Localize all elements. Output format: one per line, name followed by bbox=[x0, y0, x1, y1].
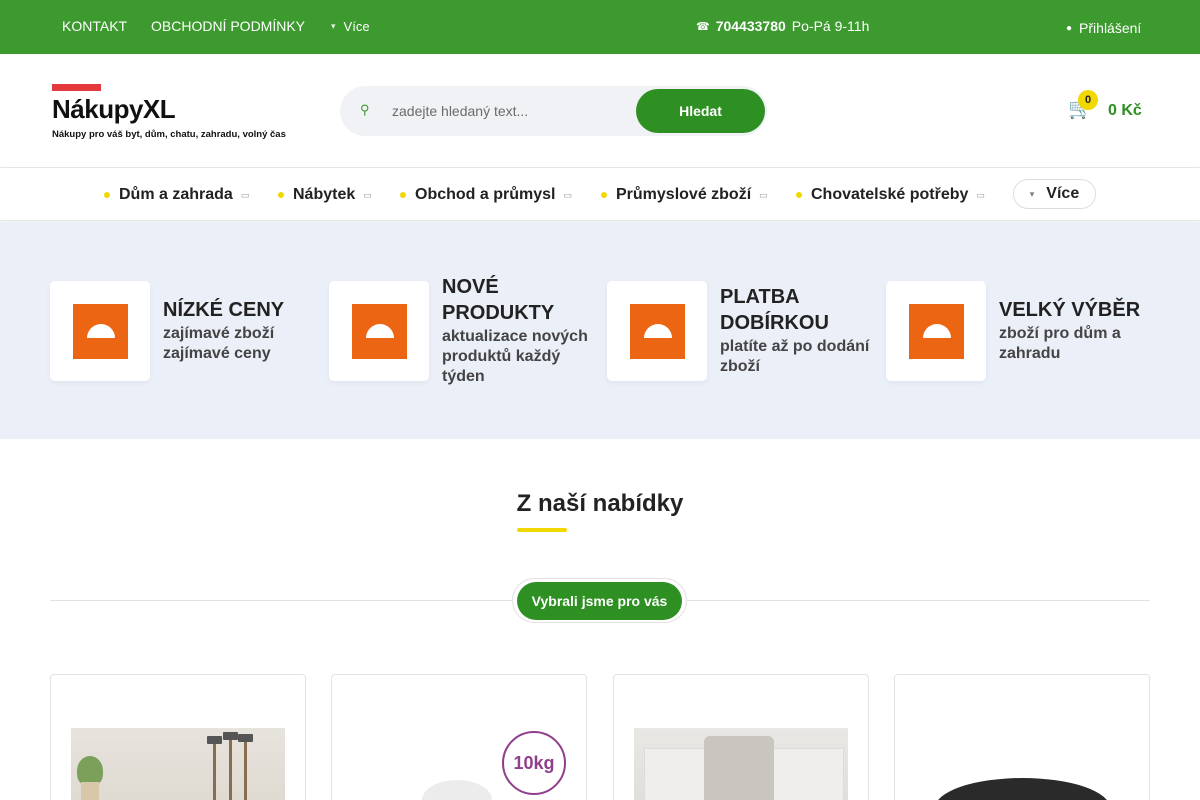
category-obchod-a-prumysl[interactable]: Obchod a průmysl ▭ bbox=[400, 186, 572, 204]
category-label: Nábytek bbox=[293, 186, 356, 203]
chevron-down-icon: ▾ bbox=[331, 21, 336, 31]
search-input[interactable] bbox=[392, 99, 622, 123]
cart[interactable]: 🛒 0 0 Kč bbox=[1068, 90, 1158, 130]
chevron-down-icon: ▭ bbox=[976, 189, 985, 200]
chevron-down-icon: ▭ bbox=[563, 189, 572, 200]
product-card[interactable] bbox=[894, 674, 1150, 800]
product-image[interactable] bbox=[895, 675, 1149, 800]
benefit-text: NÍZKÉ CENY zajímavé zboží zajímavé ceny bbox=[163, 297, 313, 364]
bullet-icon bbox=[278, 192, 284, 198]
benefit-icon-box bbox=[607, 281, 707, 381]
benefits-section: NÍZKÉ CENY zajímavé zboží zajímavé ceny … bbox=[0, 222, 1200, 439]
benefit-desc: zajímavé zboží zajímavé ceny bbox=[163, 325, 275, 362]
category-nabytek[interactable]: Nábytek ▭ bbox=[278, 186, 372, 204]
benefit-desc: aktualizace nových produktů každý týden bbox=[442, 328, 588, 385]
benefit-text: PLATBA DOBÍRKOU platíte až po dodání zbo… bbox=[720, 284, 870, 377]
category-label: Chovatelské potřeby bbox=[811, 186, 969, 203]
category-label: Obchod a průmysl bbox=[415, 186, 556, 203]
weight-badge: 10kg bbox=[502, 731, 566, 795]
category-prumyslove-zbozi[interactable]: Průmyslové zboží ▭ bbox=[601, 186, 768, 204]
product-card[interactable] bbox=[613, 674, 869, 800]
benefit-title: VELKÝ VÝBĚR bbox=[999, 299, 1141, 321]
category-more-button[interactable]: ▾ Více bbox=[1013, 179, 1096, 209]
phone-hours: Po-Pá 9-11h bbox=[791, 18, 870, 34]
chevron-down-icon: ▾ bbox=[1029, 188, 1035, 199]
category-label: Průmyslové zboží bbox=[616, 186, 752, 203]
search-bar: ⚲ Hledat bbox=[340, 86, 767, 136]
product-card[interactable]: 10kg bbox=[331, 674, 587, 800]
benefit-icon bbox=[73, 304, 128, 359]
search-button[interactable]: Hledat bbox=[636, 89, 765, 133]
benefit-desc: platíte až po dodání zboží bbox=[720, 338, 870, 375]
category-nav: Dům a zahrada ▭ Nábytek ▭ Obchod a průmy… bbox=[0, 168, 1200, 221]
search-icon: ⚲ bbox=[360, 102, 370, 117]
title-underline bbox=[517, 528, 567, 532]
login-label: Přihlášení bbox=[1079, 20, 1142, 36]
benefit-icon bbox=[352, 304, 407, 359]
benefit-desc: zboží pro dům a zahradu bbox=[999, 325, 1121, 362]
benefit-icon bbox=[630, 304, 685, 359]
benefit-icon-box bbox=[50, 281, 150, 381]
topbar-phone[interactable]: ☎ 704433780 Po-Pá 9-11h bbox=[696, 18, 869, 34]
topbar-more-menu[interactable]: ▾ Více bbox=[331, 19, 370, 34]
phone-number: 704433780 bbox=[715, 18, 786, 34]
benefit-icon-box bbox=[329, 281, 429, 381]
logo-name: NákupyXL bbox=[52, 94, 176, 124]
benefit-text: VELKÝ VÝBĚR zboží pro dům a zahradu bbox=[999, 297, 1149, 364]
product-image[interactable] bbox=[634, 728, 848, 800]
logo-stripe bbox=[52, 84, 101, 91]
offer-tabs: Vybrali jsme pro vás bbox=[512, 578, 687, 623]
category-more-label: Více bbox=[1046, 185, 1080, 202]
cart-total: 0 Kč bbox=[1108, 102, 1142, 119]
login-link[interactable]: ● Přihlášení bbox=[1066, 20, 1141, 36]
benefit-text: NOVÉ PRODUKTY aktualizace nových produkt… bbox=[442, 274, 592, 387]
top-bar: KONTAKT OBCHODNÍ PODMÍNKY ▾ Více ☎ 70443… bbox=[0, 0, 1200, 54]
bullet-icon bbox=[601, 192, 607, 198]
cart-count-badge: 0 bbox=[1078, 90, 1098, 110]
product-image[interactable] bbox=[71, 728, 285, 800]
category-dum-a-zahrada[interactable]: Dům a zahrada ▭ bbox=[104, 186, 249, 204]
bullet-icon bbox=[104, 192, 110, 198]
bullet-icon bbox=[796, 192, 802, 198]
product-image[interactable]: 10kg bbox=[332, 675, 586, 800]
site-logo[interactable]: NákupyXL Nákupy pro váš byt, dům, chatu,… bbox=[52, 84, 302, 144]
logo-tagline: Nákupy pro váš byt, dům, chatu, zahradu,… bbox=[52, 129, 286, 140]
benefit-title: NÍZKÉ CENY bbox=[163, 299, 285, 321]
topbar-more-label: Více bbox=[343, 19, 370, 34]
benefit-title: PLATBA DOBÍRKOU bbox=[720, 286, 829, 334]
chevron-down-icon: ▭ bbox=[759, 189, 768, 200]
product-card[interactable] bbox=[50, 674, 306, 800]
tab-selected-for-you[interactable]: Vybrali jsme pro vás bbox=[517, 582, 682, 620]
topbar-link-obchodni-podminky[interactable]: OBCHODNÍ PODMÍNKY bbox=[151, 18, 305, 34]
section-title: Z naší nabídky bbox=[516, 490, 684, 517]
category-chovatelske-potreby[interactable]: Chovatelské potřeby ▭ bbox=[796, 186, 985, 204]
chevron-down-icon: ▭ bbox=[240, 189, 250, 200]
bullet-icon bbox=[400, 192, 406, 198]
phone-icon: ☎ bbox=[696, 20, 710, 33]
chevron-down-icon: ▭ bbox=[363, 189, 372, 200]
benefit-icon bbox=[909, 304, 964, 359]
category-label: Dům a zahrada bbox=[119, 186, 233, 203]
topbar-link-kontakt[interactable]: KONTAKT bbox=[62, 18, 127, 34]
benefit-title: NOVÉ PRODUKTY bbox=[442, 276, 555, 324]
benefit-icon-box bbox=[886, 281, 986, 381]
site-header: NákupyXL Nákupy pro váš byt, dům, chatu,… bbox=[0, 54, 1200, 168]
user-icon: ● bbox=[1066, 22, 1073, 34]
